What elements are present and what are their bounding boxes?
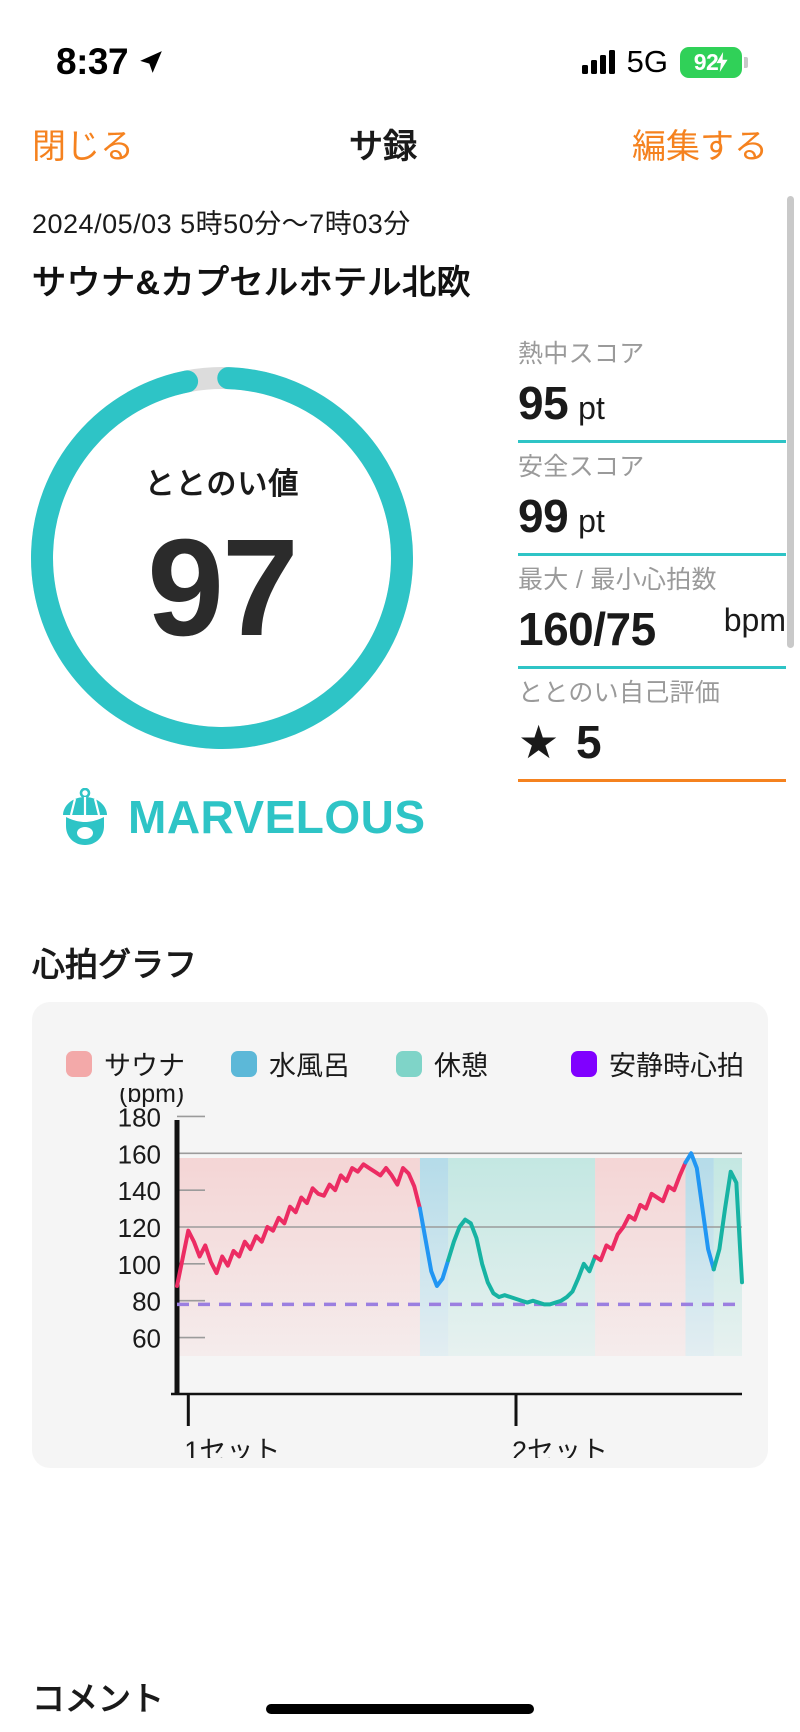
status-bar-right: 5G 92 xyxy=(581,44,752,80)
summary-section: ととのい値 97 MARVELOUS 熱中スコア 95 pt 安全スコア 99 … xyxy=(0,330,800,920)
session-header: 2024/05/03 5時50分〜7時03分 サウナ&カプセルホテル北欧 xyxy=(32,202,768,304)
stat-underline xyxy=(518,666,786,669)
legend-item-rest: 休憩 xyxy=(396,1044,488,1083)
edit-button[interactable]: 編集する xyxy=(632,119,768,168)
stat-value-row: 95 pt xyxy=(518,376,786,430)
legend-item-resting-hr: 安静時心拍 xyxy=(571,1044,744,1083)
battery-charging-icon: 92 xyxy=(680,46,748,78)
stat-label: 最大 / 最小心拍数 xyxy=(518,566,717,594)
stat-max-min-heart-rate: 最大 / 最小心拍数 bpm 160/75 xyxy=(518,560,786,669)
legend-label: 安静時心拍 xyxy=(609,1051,744,1081)
gauge-label: ととのい値 xyxy=(144,468,300,501)
svg-text:140: 140 xyxy=(118,1176,161,1206)
network-type-label: 5G xyxy=(626,44,668,79)
svg-text:160: 160 xyxy=(118,1139,161,1169)
cellular-bars-icon xyxy=(581,50,615,74)
session-datetime: 2024/05/03 5時50分〜7時03分 xyxy=(32,209,411,239)
svg-text:80: 80 xyxy=(132,1287,161,1317)
svg-text:60: 60 xyxy=(132,1324,161,1354)
page-title: サ録 xyxy=(349,127,417,166)
heart-rate-plot: 180 160 140 120 100 80 60 (bpm) 1セット 2セット xyxy=(32,1088,768,1458)
charging-bolt-icon xyxy=(716,52,728,72)
stat-underline xyxy=(518,553,786,556)
comment-heading: コメント xyxy=(32,1680,164,1717)
home-indicator[interactable] xyxy=(266,1704,534,1714)
legend-item-cold-bath: 水風呂 xyxy=(231,1044,350,1083)
legend-label: サウナ xyxy=(104,1051,185,1081)
heart-rate-svg: 1801601401201008060(bpm)1セット 2セット xyxy=(118,1088,744,1458)
stat-value: 95 xyxy=(518,377,569,429)
svg-text:2セット: 2セット xyxy=(512,1436,608,1458)
stat-self-rating: ととのい自己評価 ★ 5 xyxy=(518,673,786,782)
session-facility-name: サウナ&カプセルホテル北欧 xyxy=(32,264,472,302)
gauge-center: ととのい値 97 xyxy=(22,358,422,758)
stat-value-row[interactable]: ★ 5 xyxy=(518,715,786,769)
stat-label: 熱中スコア xyxy=(518,340,645,368)
legend-swatch xyxy=(231,1050,257,1077)
status-bar-left: 8:37 xyxy=(56,41,164,83)
totonoi-gauge: ととのい値 97 xyxy=(22,358,422,758)
stat-value-row: bpm 160/75 xyxy=(518,602,786,656)
chart-heading: 心拍グラフ xyxy=(32,946,197,983)
stat-label: ととのい自己評価 xyxy=(518,679,721,707)
stat-label: 安全スコア xyxy=(518,453,645,481)
navigation-bar: 閉じる サ録 編集する xyxy=(0,108,800,178)
svg-text:100: 100 xyxy=(118,1250,161,1280)
location-arrow-icon xyxy=(140,51,162,73)
rank-badge: MARVELOUS xyxy=(58,788,426,846)
chart-legend: サウナ 水風呂 休憩 安静時心拍 xyxy=(66,1044,744,1083)
stat-underline xyxy=(518,440,786,443)
stat-unit: pt xyxy=(578,503,605,539)
battery-percent-label: 92 xyxy=(693,48,719,75)
close-button[interactable]: 閉じる xyxy=(32,119,134,168)
stat-value: 160/75 xyxy=(518,603,656,655)
rank-label: MARVELOUS xyxy=(128,791,426,843)
sauna-hat-character-icon xyxy=(63,788,107,845)
stat-heat-score: 熱中スコア 95 pt xyxy=(518,334,786,443)
legend-swatch xyxy=(66,1050,92,1077)
stats-column: 熱中スコア 95 pt 安全スコア 99 pt 最大 / 最小心拍数 bpm 1… xyxy=(518,334,786,786)
stat-unit: bpm xyxy=(723,602,786,638)
legend-label: 水風呂 xyxy=(269,1051,350,1081)
stat-unit: pt xyxy=(578,390,605,426)
status-bar: 8:37 5G 92 xyxy=(0,0,800,98)
star-rating-value: ★ 5 xyxy=(518,716,604,768)
legend-swatch xyxy=(571,1050,597,1077)
stat-safety-score: 安全スコア 99 pt xyxy=(518,447,786,556)
legend-swatch xyxy=(396,1050,422,1077)
stat-underline xyxy=(518,779,786,782)
app-screen: 8:37 5G 92 閉じる サ録 編集する 2024/05/03 5時50分〜… xyxy=(0,0,800,1732)
legend-label: 休憩 xyxy=(434,1051,488,1081)
gauge-value: 97 xyxy=(147,511,298,665)
stat-value: 99 xyxy=(518,490,569,542)
legend-item-sauna: サウナ xyxy=(66,1044,185,1083)
status-time: 8:37 xyxy=(56,41,129,82)
stat-value-row: 99 pt xyxy=(518,489,786,543)
svg-text:(bpm): (bpm) xyxy=(119,1088,184,1108)
svg-text:120: 120 xyxy=(118,1213,161,1243)
heart-rate-chart-card: サウナ 水風呂 休憩 安静時心拍 180 160 140 120 100 80 60 (bpm… xyxy=(32,1002,768,1468)
svg-text:1セット: 1セット xyxy=(184,1436,280,1458)
